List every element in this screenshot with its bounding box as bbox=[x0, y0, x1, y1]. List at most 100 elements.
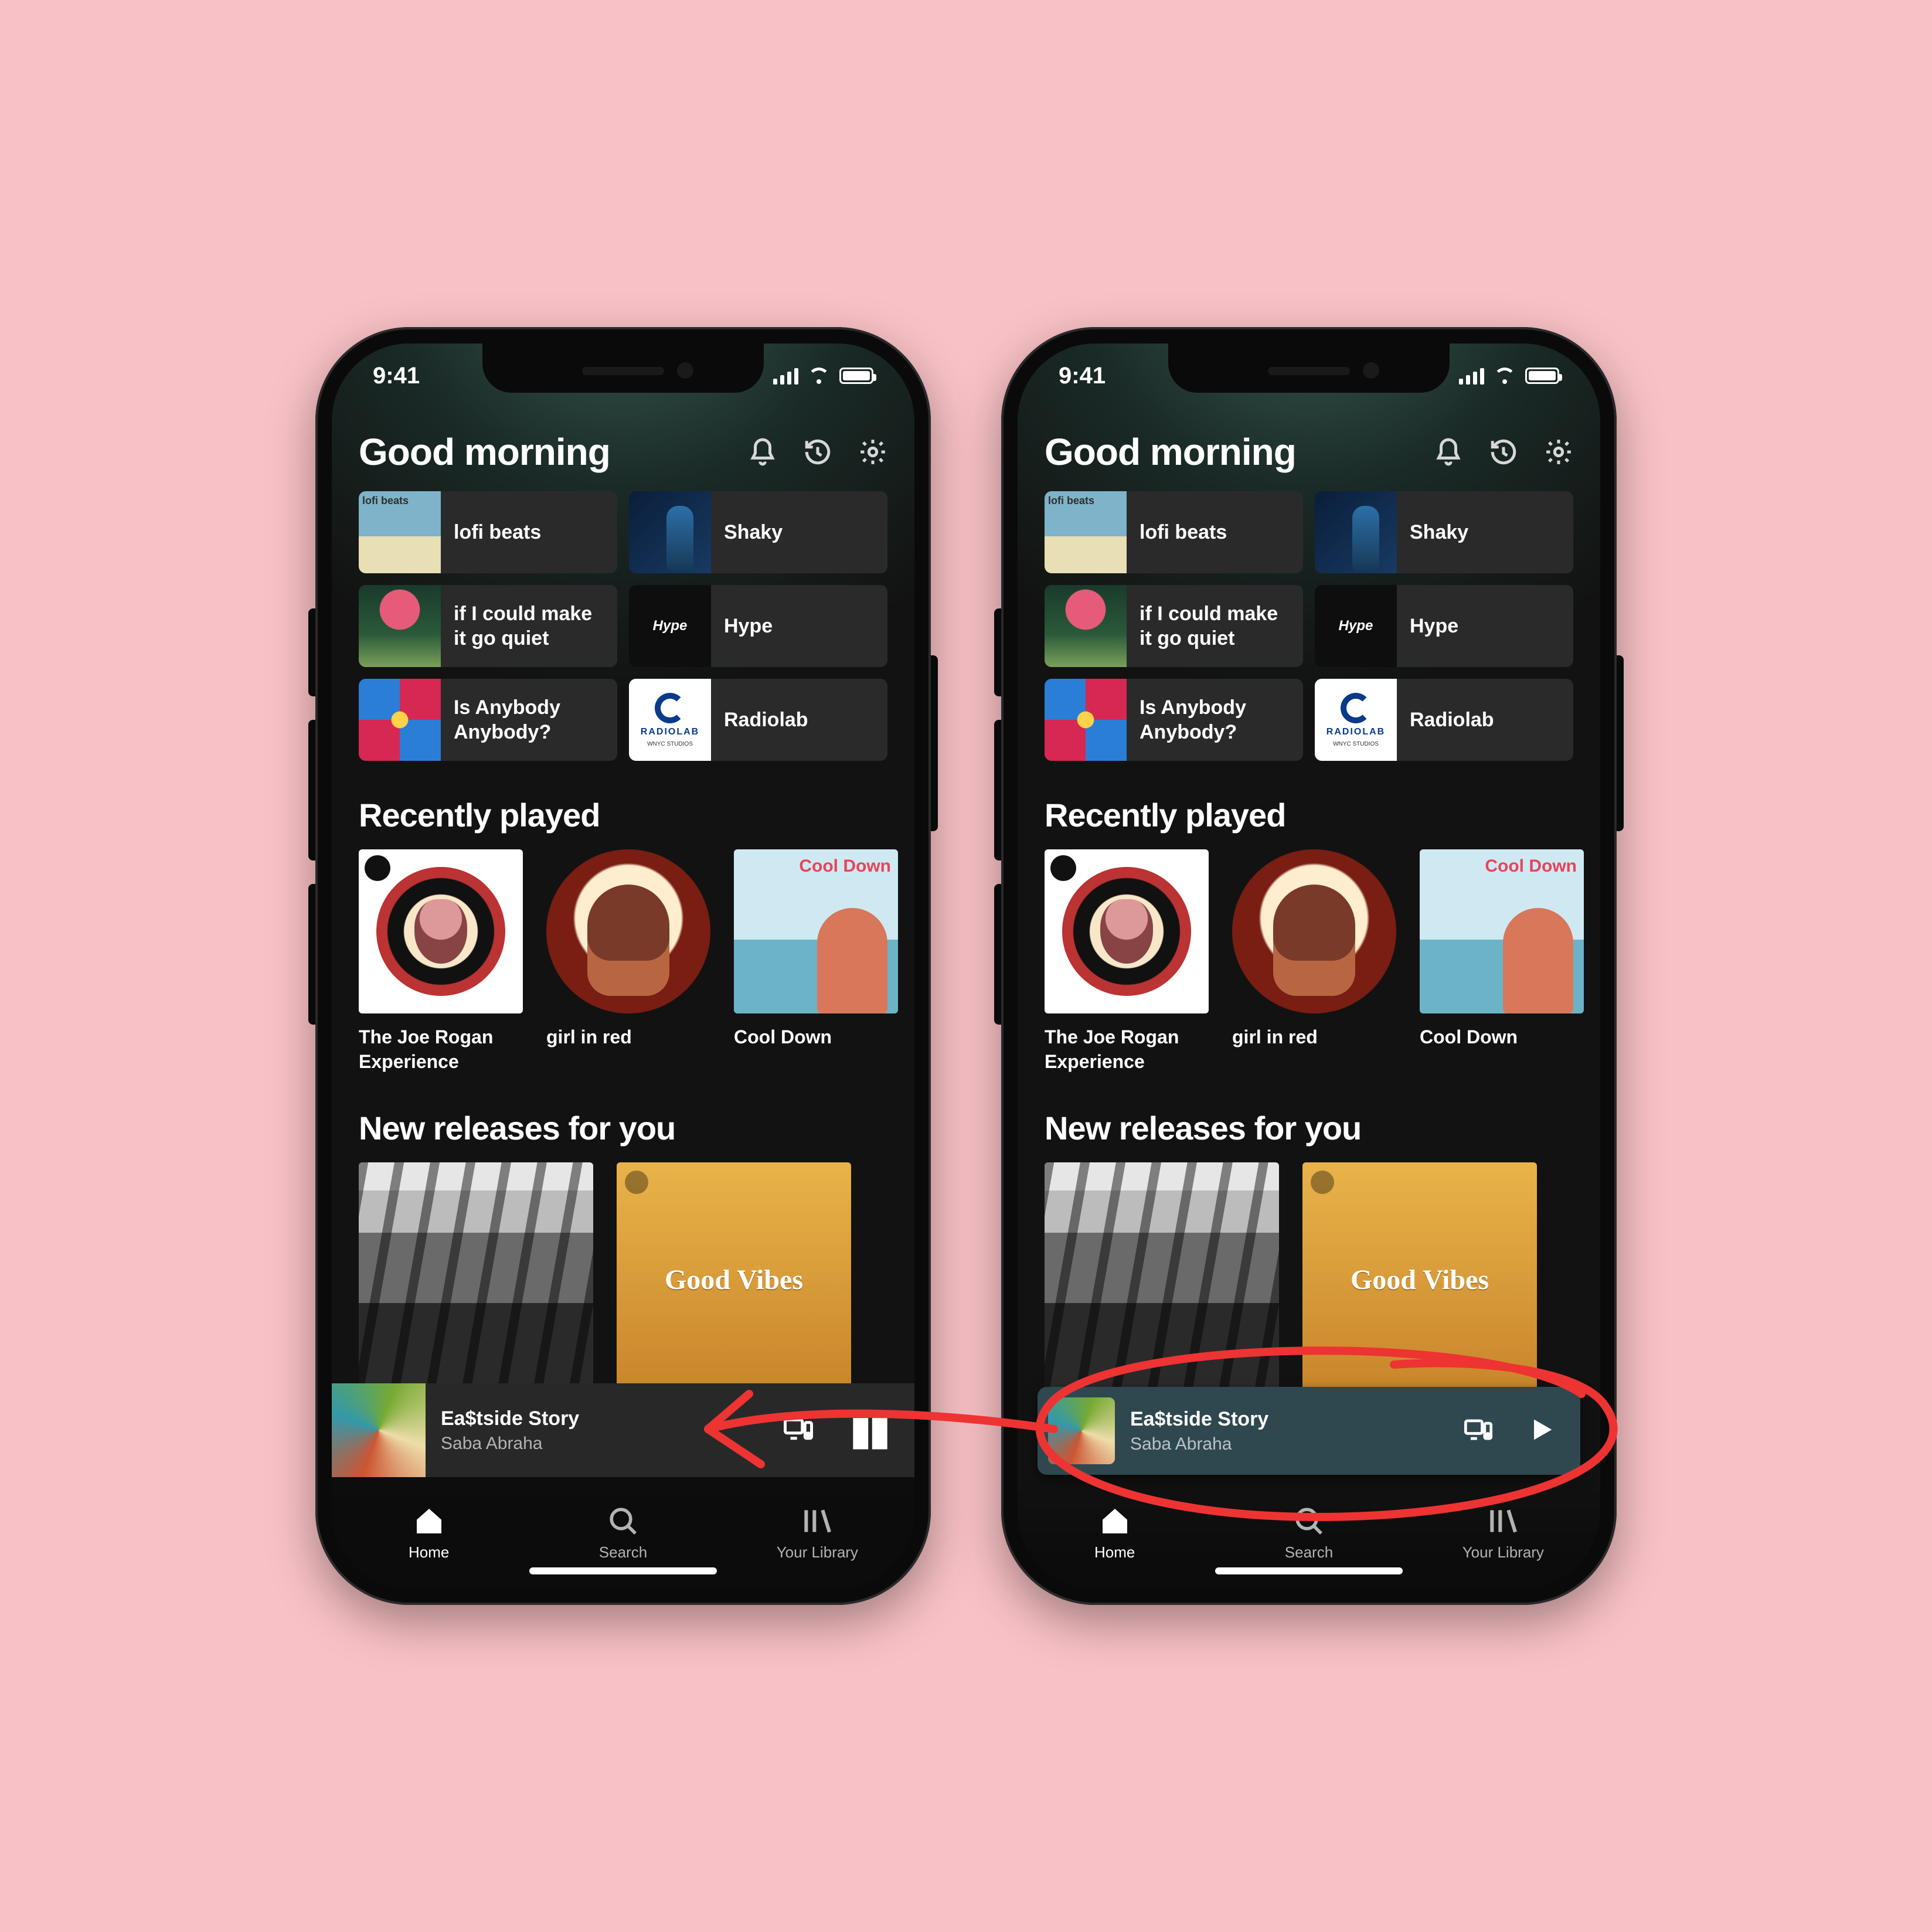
shortcut-card[interactable]: lofi beats bbox=[359, 491, 617, 573]
recent-tile[interactable]: The Joe Rogan Experience bbox=[359, 849, 523, 1074]
recent-tile[interactable]: The Joe Rogan Experience bbox=[1045, 849, 1209, 1074]
recent-tile[interactable]: Cool Down Cool Down bbox=[1420, 849, 1584, 1074]
shortcut-art: RADIOLAB WNYC STUDIOS bbox=[629, 679, 711, 761]
play-icon[interactable] bbox=[1526, 1414, 1557, 1448]
shortcut-card[interactable]: RADIOLABWNYC STUDIOS Radiolab bbox=[629, 679, 887, 761]
phone-left: 9:41 Good morning bbox=[315, 327, 931, 1605]
new-release-tile[interactable]: Good Vibes bbox=[617, 1162, 851, 1397]
shortcut-art bbox=[629, 585, 711, 667]
notifications-icon[interactable] bbox=[748, 437, 777, 467]
cover-art: Cool Down bbox=[734, 849, 898, 1013]
battery-icon bbox=[839, 368, 873, 384]
notch bbox=[1168, 343, 1450, 393]
shortcut-card[interactable]: Is Anybody Anybody? bbox=[359, 679, 617, 761]
cover-art bbox=[1232, 849, 1396, 1013]
home-indicator[interactable] bbox=[1215, 1567, 1403, 1574]
cover-art bbox=[546, 849, 710, 1013]
nav-label: Home bbox=[1094, 1543, 1135, 1562]
cover-overlay-text: Good Vibes bbox=[1351, 1264, 1489, 1296]
shortcut-art bbox=[629, 491, 711, 573]
section-title-new: New releases for you bbox=[332, 1074, 914, 1162]
status-time: 9:41 bbox=[373, 363, 420, 389]
home-indicator[interactable] bbox=[529, 1567, 717, 1574]
shortcut-label: Shaky bbox=[711, 520, 795, 545]
cellular-icon bbox=[1459, 367, 1484, 385]
shortcut-card[interactable]: Hype bbox=[629, 585, 887, 667]
radiolab-brand: RADIOLAB bbox=[1326, 727, 1385, 737]
pause-icon[interactable]: ▮▮ bbox=[849, 1410, 887, 1451]
tile-caption: Cool Down bbox=[1420, 1025, 1584, 1050]
section-title-recent: Recently played bbox=[1018, 761, 1600, 849]
home-header: Good morning bbox=[332, 420, 914, 491]
shortcut-label: Shaky bbox=[1397, 520, 1481, 545]
shortcut-label: Is Anybody Anybody? bbox=[441, 695, 617, 745]
bottom-nav: Home Search Your Library bbox=[332, 1477, 914, 1589]
shortcut-art bbox=[1045, 585, 1127, 667]
battery-icon bbox=[1525, 368, 1559, 384]
devices-icon[interactable] bbox=[783, 1413, 814, 1448]
settings-icon[interactable] bbox=[1544, 437, 1573, 467]
greeting-title: Good morning bbox=[1045, 430, 1296, 474]
tile-caption: girl in red bbox=[1232, 1025, 1396, 1050]
shortcut-art bbox=[1315, 585, 1397, 667]
shortcut-art bbox=[1315, 491, 1397, 573]
screen: 9:41 Good morning bbox=[332, 343, 914, 1589]
shortcut-art: RADIOLAB WNYC STUDIOS bbox=[1315, 679, 1397, 761]
radiolab-sub: WNYC STUDIOS bbox=[647, 741, 693, 747]
nav-label: Search bbox=[1285, 1543, 1333, 1562]
history-icon[interactable] bbox=[1489, 437, 1518, 467]
now-playing-title: Ea$tside Story bbox=[1130, 1408, 1448, 1431]
cover-art bbox=[359, 849, 523, 1013]
notifications-icon[interactable] bbox=[1434, 437, 1463, 467]
shortcut-card[interactable]: Hype bbox=[1315, 585, 1573, 667]
cover-overlay-text: Good Vibes bbox=[665, 1264, 803, 1296]
history-icon[interactable] bbox=[803, 437, 832, 467]
shortcut-art bbox=[1045, 679, 1127, 761]
recent-tile[interactable]: Cool Down Cool Down bbox=[734, 849, 898, 1074]
cover-art: Good Vibes bbox=[617, 1162, 851, 1397]
now-playing-bar-old[interactable]: Ea$tside Story Saba Abraha ▮▮ bbox=[332, 1383, 914, 1477]
new-release-tile[interactable] bbox=[359, 1162, 593, 1397]
shortcut-card[interactable]: if I could make it go quiet bbox=[359, 585, 617, 667]
nav-home[interactable]: Home bbox=[332, 1477, 526, 1589]
shortcut-label: Hype bbox=[1397, 614, 1471, 639]
recent-tile[interactable]: girl in red bbox=[1232, 849, 1396, 1074]
recent-row[interactable]: The Joe Rogan Experience girl in red Coo… bbox=[332, 849, 914, 1074]
shortcut-card[interactable]: if I could make it go quiet bbox=[1045, 585, 1303, 667]
now-playing-bar-new[interactable]: Ea$tside Story Saba Abraha bbox=[1038, 1387, 1580, 1475]
nav-home[interactable]: Home bbox=[1018, 1477, 1212, 1589]
section-title-recent: Recently played bbox=[332, 761, 914, 849]
cover-art bbox=[1045, 1162, 1279, 1397]
shortcut-card[interactable]: Is Anybody Anybody? bbox=[1045, 679, 1303, 761]
radiolab-brand: RADIOLAB bbox=[641, 727, 699, 737]
shortcut-art bbox=[359, 679, 441, 761]
greeting-title: Good morning bbox=[359, 430, 610, 474]
shortcut-card[interactable]: lofi beats bbox=[1045, 491, 1303, 573]
shortcut-label: if I could make it go quiet bbox=[1127, 601, 1303, 651]
shortcut-label: lofi beats bbox=[1127, 520, 1240, 545]
shortcut-art bbox=[359, 491, 441, 573]
recent-row[interactable]: The Joe Rogan Experience girl in red Coo… bbox=[1018, 849, 1600, 1074]
settings-icon[interactable] bbox=[858, 437, 887, 467]
new-releases-row[interactable]: Good Vibes bbox=[332, 1162, 914, 1397]
bottom-nav: Home Search Your Library bbox=[1018, 1477, 1600, 1589]
cover-badge: Cool Down bbox=[799, 856, 891, 876]
devices-icon[interactable] bbox=[1463, 1414, 1494, 1448]
nav-library[interactable]: Your Library bbox=[1406, 1477, 1600, 1589]
shortcut-label: if I could make it go quiet bbox=[441, 601, 617, 651]
section-title-new: New releases for you bbox=[1018, 1074, 1600, 1162]
shortcut-card[interactable]: Shaky bbox=[1315, 491, 1573, 573]
shortcut-grid: lofi beats Shaky if I could make it go q… bbox=[1018, 491, 1600, 761]
recent-tile[interactable]: girl in red bbox=[546, 849, 710, 1074]
screen: 9:41 Good morning bbox=[1018, 343, 1600, 1589]
now-playing-artist: Saba Abraha bbox=[441, 1434, 767, 1454]
shortcut-card[interactable]: Shaky bbox=[629, 491, 887, 573]
shortcut-card[interactable]: RADIOLABWNYC STUDIOS Radiolab bbox=[1315, 679, 1573, 761]
radiolab-sub: WNYC STUDIOS bbox=[1333, 741, 1379, 747]
wifi-icon bbox=[808, 368, 830, 384]
now-playing-art bbox=[332, 1383, 426, 1477]
nav-library[interactable]: Your Library bbox=[720, 1477, 914, 1589]
shortcut-label: Is Anybody Anybody? bbox=[1127, 695, 1303, 745]
cellular-icon bbox=[773, 367, 798, 385]
shortcut-label: lofi beats bbox=[441, 520, 554, 545]
